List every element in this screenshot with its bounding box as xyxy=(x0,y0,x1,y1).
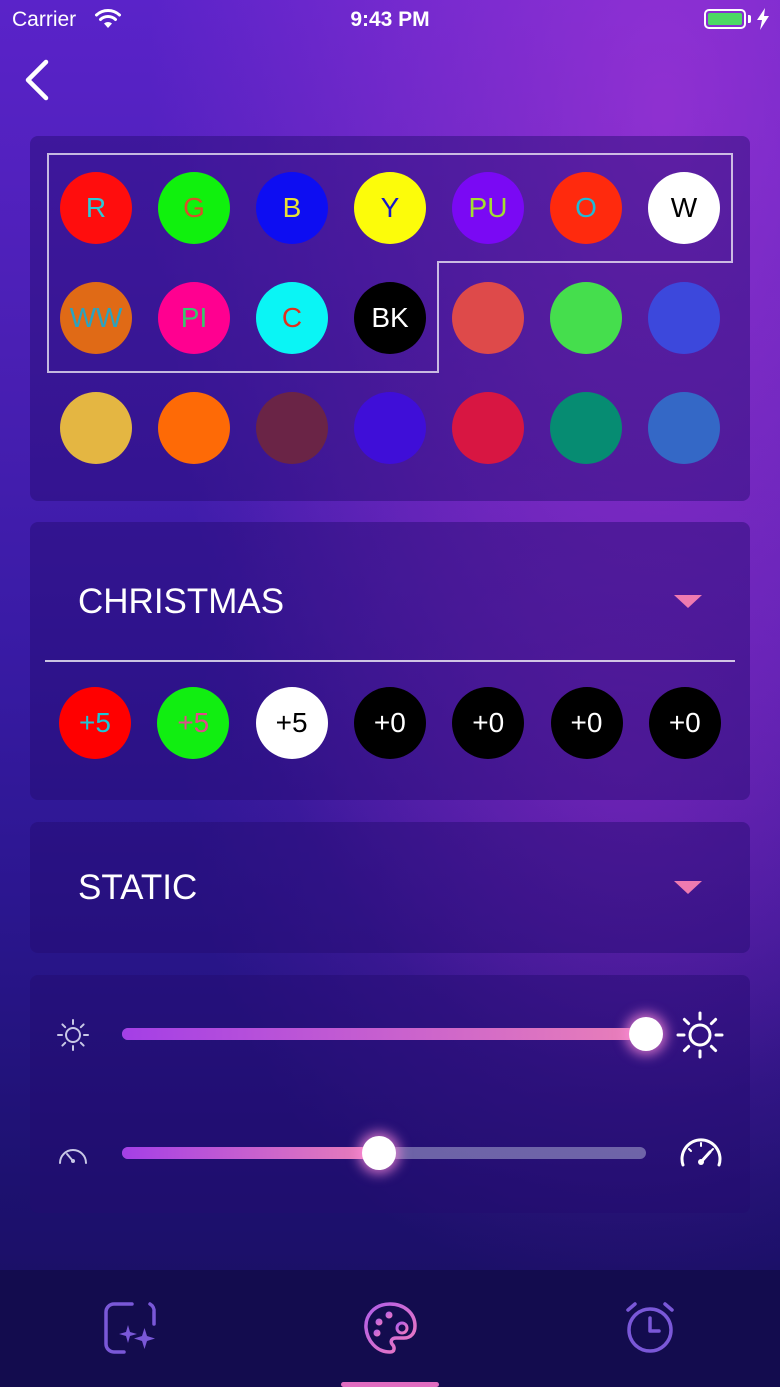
charging-bolt-icon xyxy=(757,8,769,30)
scene-color-dot[interactable]: +5 xyxy=(255,687,328,759)
color-swatch[interactable] xyxy=(354,392,426,464)
scene-panel: CHRISTMAS +5 +5 +5 +0 +0 +0 +0 xyxy=(30,522,750,800)
sun-large-icon xyxy=(676,1011,724,1059)
tab-scenes[interactable] xyxy=(0,1270,260,1387)
brightness-fill xyxy=(122,1028,646,1040)
magic-scene-icon xyxy=(104,1302,156,1354)
active-tab-indicator xyxy=(341,1382,439,1387)
alarm-clock-icon xyxy=(626,1302,674,1353)
color-swatch[interactable]: PI xyxy=(158,282,230,354)
color-swatch[interactable] xyxy=(550,282,622,354)
color-swatch[interactable]: Y xyxy=(354,172,426,244)
scene-color-dot[interactable]: +0 xyxy=(353,687,426,759)
sliders-panel xyxy=(30,975,750,1213)
color-swatch[interactable] xyxy=(648,392,720,464)
color-swatch[interactable]: W xyxy=(648,172,720,244)
color-palette-panel: R G B Y PU O W WW PI C BK xyxy=(30,136,750,501)
color-swatch[interactable] xyxy=(648,282,720,354)
speedometer-slow-icon xyxy=(59,1149,87,1164)
mode-panel: STATIC xyxy=(30,822,750,953)
chevron-left-icon xyxy=(25,59,49,101)
tab-timer[interactable] xyxy=(520,1270,780,1387)
speed-fill xyxy=(122,1147,379,1159)
scene-color-dot[interactable]: +0 xyxy=(648,687,721,759)
speedometer-fast-icon xyxy=(680,1138,722,1167)
battery-icon xyxy=(704,9,746,29)
tab-bar xyxy=(0,1270,780,1387)
color-swatch[interactable]: PU xyxy=(452,172,524,244)
palette-icon xyxy=(364,1302,417,1354)
status-time: 9:43 PM xyxy=(350,8,430,31)
divider xyxy=(45,660,735,662)
color-swatch[interactable]: B xyxy=(256,172,328,244)
speed-slider[interactable] xyxy=(122,1136,646,1170)
color-swatch[interactable]: G xyxy=(158,172,230,244)
brightness-slider[interactable] xyxy=(122,1017,663,1051)
scene-color-dot[interactable]: +0 xyxy=(550,687,623,759)
dropdown-arrow-icon[interactable] xyxy=(674,595,702,608)
mode-dropdown[interactable]: STATIC xyxy=(78,868,197,908)
color-swatch[interactable] xyxy=(158,392,230,464)
sun-small-icon xyxy=(57,1019,89,1051)
scene-color-dot[interactable]: +5 xyxy=(157,687,230,759)
scene-color-dot[interactable]: +0 xyxy=(452,687,525,759)
color-swatch[interactable] xyxy=(550,392,622,464)
color-swatch[interactable]: WW xyxy=(60,282,132,354)
color-swatch[interactable] xyxy=(452,282,524,354)
color-swatch[interactable]: BK xyxy=(354,282,426,354)
scene-color-dot[interactable]: +5 xyxy=(59,687,131,759)
scene-dropdown[interactable]: CHRISTMAS xyxy=(78,582,284,622)
brightness-thumb[interactable] xyxy=(629,1017,663,1051)
color-swatch[interactable] xyxy=(256,392,328,464)
color-swatch[interactable]: O xyxy=(550,172,622,244)
speed-thumb[interactable] xyxy=(362,1136,396,1170)
tab-palette[interactable] xyxy=(260,1270,520,1387)
back-button[interactable] xyxy=(18,58,58,102)
color-swatch[interactable]: C xyxy=(256,282,328,354)
color-swatch[interactable] xyxy=(60,392,132,464)
color-swatch[interactable]: R xyxy=(60,172,132,244)
dropdown-arrow-icon[interactable] xyxy=(674,881,702,894)
color-swatch[interactable] xyxy=(452,392,524,464)
status-bar: Carrier 9:43 PM xyxy=(0,0,780,40)
battery-cap xyxy=(748,15,751,23)
